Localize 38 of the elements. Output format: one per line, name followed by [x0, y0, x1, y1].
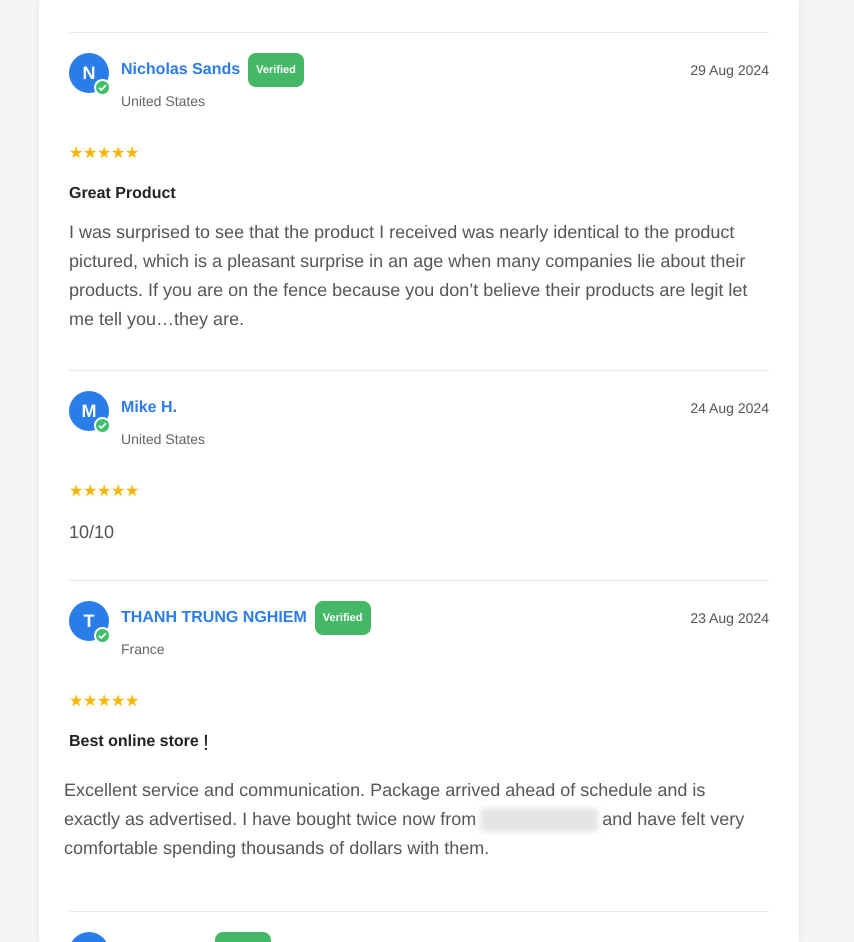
- review-title: Great Product: [69, 184, 176, 204]
- check-icon: [94, 79, 111, 96]
- star-icon: ★: [125, 484, 139, 500]
- star-icon: ★: [69, 146, 83, 162]
- review-text: exactly as advertised. I have bought twice now from: [64, 808, 476, 831]
- reviewer-country: United States: [121, 92, 206, 111]
- star-icon: ★: [97, 146, 111, 162]
- review-text: and have felt very: [602, 808, 744, 831]
- reviewer-country: United States: [121, 430, 206, 449]
- check-icon: [94, 627, 111, 644]
- verified-badge: Verified: [248, 53, 304, 87]
- reviewer-name[interactable]: Mike H.: [121, 396, 178, 420]
- exclamation-mark: !: [202, 732, 209, 754]
- star-icon: ★: [111, 694, 125, 710]
- review-title: Best online store: [69, 732, 199, 752]
- star-icon: ★: [125, 146, 139, 162]
- star-icon: ★: [97, 484, 111, 500]
- review-text: comfortable spending thousands of dollars with them.: [64, 837, 490, 860]
- star-icon: ★: [111, 146, 125, 162]
- star-icon: ★: [125, 694, 139, 710]
- reviewer-country: France: [121, 640, 166, 659]
- review-date: 23 Aug 2024: [690, 609, 769, 628]
- star-icon: ★: [69, 694, 83, 710]
- review-text: I was surprised to see that the product I received was nearly identical to the product pictured, which is a pleasant surprise in an age when many companies lie about their products. If you are on the fence because you don’t believe their products are legit let me tell you…they are.: [69, 221, 748, 331]
- review-date: 29 Aug 2024: [690, 61, 769, 80]
- verified-badge: Verified: [314, 601, 371, 635]
- star-icon: ★: [83, 146, 97, 162]
- star-icon: ★: [83, 694, 97, 710]
- check-icon: [94, 417, 111, 434]
- star-icon: ★: [97, 694, 111, 710]
- review-text: Excellent service and communication. Package arrived ahead of schedule and is: [64, 779, 706, 802]
- review-date: 24 Aug 2024: [690, 399, 769, 418]
- reviewer-name[interactable]: Nicholas Sands: [121, 58, 240, 82]
- reviewer-name[interactable]: THANH TRUNG NGHIEM: [121, 606, 307, 630]
- star-icon: ★: [111, 484, 125, 500]
- star-icon: ★: [69, 484, 83, 500]
- star-icon: ★: [83, 484, 97, 500]
- review-text: 10/10: [69, 521, 114, 544]
